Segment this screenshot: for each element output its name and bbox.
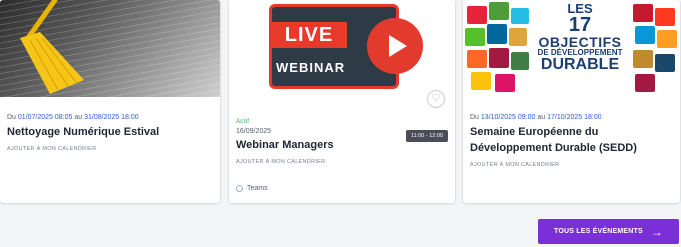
heart-icon[interactable]: ♡ xyxy=(427,90,445,108)
sdg-tile xyxy=(655,54,675,72)
sdg-tile xyxy=(489,2,509,20)
time-badge: 11:00 - 12:00 xyxy=(405,130,448,142)
event-date: Du 01/07/2025 08:05 au 31/08/2025 18:00 xyxy=(7,114,139,121)
event-thumbnail: LES 17 OBJECTIFS DE DÉVELOPPEMENT DURABL… xyxy=(463,0,680,97)
all-events-label: TOUS LES ÉVÉNEMENTS xyxy=(553,228,643,235)
sdg-tile xyxy=(509,28,527,46)
arrow-right-icon: → xyxy=(650,224,664,239)
event-thumbnail xyxy=(0,0,220,97)
webinar-label: WEBINAR xyxy=(276,60,346,75)
event-title[interactable]: Nettoyage Numérique Estival xyxy=(7,125,213,141)
event-title-line-1: Semaine Européenne du xyxy=(470,126,599,138)
sdg-tile xyxy=(633,50,653,68)
sdg-tile xyxy=(495,74,515,92)
event-title[interactable]: Semaine Européenne du Développement Dura… xyxy=(470,125,673,157)
event-card-webinar[interactable]: LIVE WEBINAR ♡ Actif 16/09/2025 Webinar … xyxy=(229,0,455,203)
play-icon xyxy=(367,18,423,74)
sdg-tile xyxy=(467,6,487,24)
add-to-calendar-link[interactable]: Ajouter à mon calendrier xyxy=(236,159,448,165)
sdg-tile xyxy=(511,8,529,24)
event-card-sedd[interactable]: LES 17 OBJECTIFS DE DÉVELOPPEMENT DURABL… xyxy=(463,0,680,203)
add-to-calendar-link[interactable]: Ajouter à mon calendrier xyxy=(470,162,673,168)
add-to-calendar-link[interactable]: Ajouter à mon calendrier xyxy=(7,146,213,152)
event-info: Du 13/10/2025 09:00 au 17/10/2025 18:00 … xyxy=(470,114,673,168)
sdg-tile xyxy=(655,8,675,26)
event-title-line-2: Développement Durable (SEDD) xyxy=(470,141,637,154)
sdg-tile xyxy=(471,72,491,90)
sdg-objectifs: OBJECTIFS xyxy=(538,34,622,50)
sdg-heading: LES 17 OBJECTIFS DE DÉVELOPPEMENT DURABL… xyxy=(531,2,629,73)
location-icon xyxy=(236,185,243,192)
sdg-tile xyxy=(635,26,655,44)
event-thumbnail: LIVE WEBINAR xyxy=(229,0,455,97)
sdg-tile xyxy=(633,4,653,22)
all-events-button[interactable]: TOUS LES ÉVÉNEMENTS → xyxy=(538,219,679,244)
sdg-tile xyxy=(487,24,507,44)
sdg-tile xyxy=(511,52,529,70)
status-badge: Actif xyxy=(236,119,250,125)
sdg-tile xyxy=(657,30,677,48)
event-info: Du 01/07/2025 08:05 au 31/08/2025 18:00 … xyxy=(7,114,213,152)
event-card-nettoyage[interactable]: Du 01/07/2025 08:05 au 31/08/2025 18:00 … xyxy=(0,0,220,203)
event-date: Du 13/10/2025 09:00 au 17/10/2025 18:00 xyxy=(470,114,602,121)
sdg-tile xyxy=(635,74,655,92)
location-label: Teams xyxy=(247,185,268,192)
sdg-tile xyxy=(465,28,485,46)
sdg-tile xyxy=(489,48,509,68)
live-badge: LIVE xyxy=(271,22,347,48)
event-location: Teams xyxy=(236,185,268,192)
sdg-durable: DURABLE xyxy=(540,56,620,73)
broom-icon xyxy=(20,0,84,94)
sdg-tile xyxy=(467,50,487,68)
sdg-17: 17 xyxy=(568,14,592,36)
